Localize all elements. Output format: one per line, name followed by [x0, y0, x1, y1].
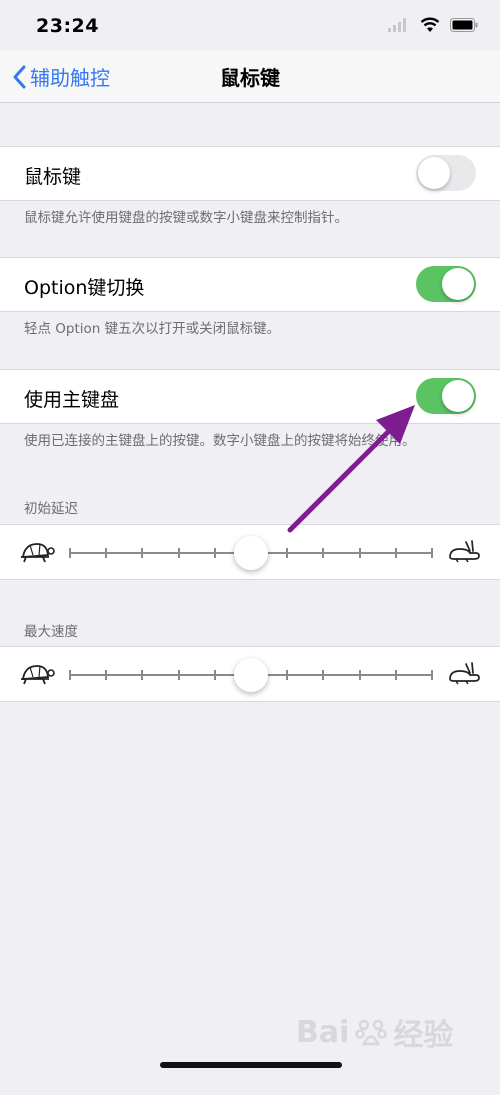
mouse-keys-label: 鼠标键 — [24, 166, 82, 188]
slider-tick — [105, 670, 108, 680]
primary-keyboard-label: 使用主键盘 — [24, 389, 120, 411]
slider-tick — [69, 548, 71, 558]
primary-keyboard-switch[interactable] — [416, 378, 476, 414]
mouse-keys-row: 鼠标键 — [0, 146, 500, 201]
status-time: 23:24 — [36, 15, 99, 37]
primary-keyboard-footer: 使用已连接的主键盘上的按键。数字小键盘上的按键将始终使用。 — [24, 433, 416, 449]
slider-tick — [394, 548, 397, 558]
slider-tick — [358, 670, 361, 680]
slider-tick — [322, 548, 325, 558]
option-toggle-switch[interactable] — [416, 266, 476, 302]
turtle-icon — [21, 665, 55, 685]
slider-tick — [177, 670, 180, 680]
mouse-keys-footer: 鼠标键允许使用键盘的按键或数字小键盘来控制指针。 — [24, 210, 348, 226]
slider-tick — [394, 670, 397, 680]
slider-tick — [141, 548, 144, 558]
slider-tick — [141, 670, 144, 680]
home-indicator[interactable] — [160, 1062, 342, 1068]
initial-delay-track[interactable] — [69, 536, 433, 570]
switch-knob — [442, 380, 474, 412]
slider-tick — [213, 548, 216, 558]
signal-icon — [388, 18, 406, 32]
option-toggle-row: Option键切换 — [0, 257, 500, 312]
rabbit-icon — [449, 662, 480, 685]
slider-tick — [322, 670, 325, 680]
slider-tick — [69, 670, 71, 680]
slider-tick — [177, 548, 180, 558]
slider-tick — [105, 548, 108, 558]
slider-tick — [431, 670, 433, 680]
watermark-suffix: 经验 — [393, 1018, 454, 1053]
option-toggle-label: Option键切换 — [24, 277, 145, 299]
slider-tick — [286, 548, 289, 558]
option-toggle-footer: 轻点 Option 键五次以打开或关闭鼠标键。 — [24, 321, 281, 337]
status-icons — [388, 14, 478, 36]
primary-keyboard-row: 使用主键盘 — [0, 369, 500, 424]
slider-tick — [286, 670, 289, 680]
turtle-icon — [21, 543, 55, 563]
max-speed-track[interactable] — [69, 658, 433, 692]
slider-thumb[interactable] — [234, 536, 268, 570]
slider-tick — [431, 548, 433, 558]
initial-delay-header: 初始延迟 — [24, 501, 78, 517]
switch-knob — [442, 268, 474, 300]
slider-thumb[interactable] — [234, 658, 268, 692]
navigation-bar: 辅助触控 鼠标键 — [0, 50, 500, 103]
status-bar: 23:24 — [0, 0, 500, 50]
battery-icon — [450, 18, 478, 32]
switch-knob — [418, 157, 450, 189]
watermark-brand: Bai — [296, 1014, 350, 1050]
slider-tick — [358, 548, 361, 558]
max-speed-header: 最大速度 — [24, 624, 78, 640]
rabbit-icon — [449, 540, 480, 563]
watermark: Bai 经验 — [296, 1010, 453, 1054]
page-title: 鼠标键 — [220, 66, 280, 90]
mouse-keys-switch[interactable] — [416, 155, 476, 191]
initial-delay-row — [0, 524, 500, 580]
max-speed-row — [0, 646, 500, 702]
wifi-icon — [420, 17, 440, 32]
paw-logo-icon — [355, 1019, 388, 1046]
slider-tick — [213, 670, 216, 680]
